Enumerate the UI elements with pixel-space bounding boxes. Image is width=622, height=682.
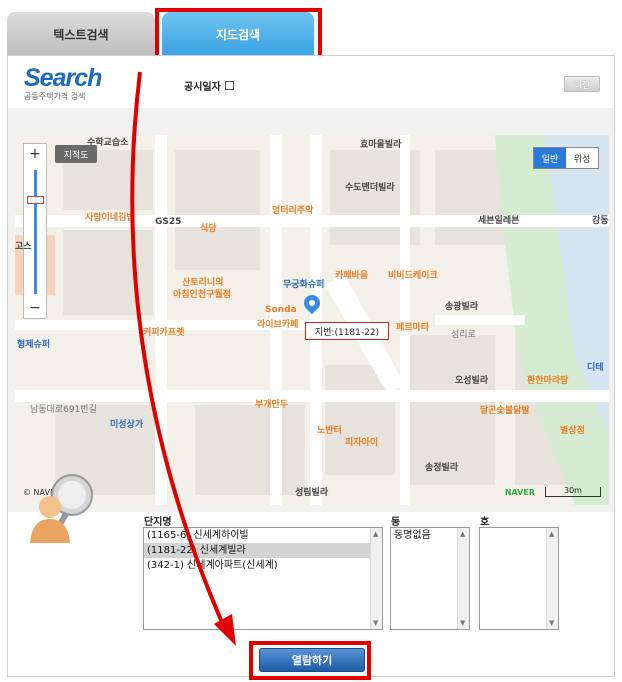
map-label: 송정빌라 — [425, 463, 459, 473]
ho-list[interactable]: ▲ ▼ — [479, 527, 559, 630]
danji-title: 단지명 — [144, 517, 172, 528]
map-label: 수도맨더빌라 — [345, 183, 395, 193]
map-label: 노반터 — [317, 426, 342, 436]
map-label: 무궁화슈퍼 — [283, 280, 325, 290]
map-label: 송광빌라 — [445, 302, 479, 312]
map-label: 식당 — [200, 224, 217, 234]
map-label: 엉터리주막 — [272, 206, 314, 216]
danji-list[interactable]: (1165-6) 신세계하이빌 (1181-22) 신세계빌라 (342-1) … — [143, 527, 383, 630]
scrollbar[interactable]: ▲ ▼ — [370, 528, 382, 629]
map-label: 커피카프렛 — [143, 328, 185, 338]
notice-date-label: 공시일자 — [184, 82, 221, 93]
map-label: 페르마타 — [396, 323, 430, 333]
map-label: 라이브카페 — [257, 320, 299, 330]
map-label: 수학교습소 — [87, 138, 129, 148]
logo-word: Search — [24, 64, 102, 92]
map-label: Sonda — [265, 305, 297, 315]
highlight-map-tab — [155, 8, 322, 62]
dong-list[interactable]: 동명없음 ▲ ▼ — [390, 527, 470, 630]
scrollbar[interactable]: ▲ ▼ — [457, 528, 469, 629]
map-label: 별상점 — [560, 426, 585, 436]
tab-text-search[interactable]: 텍스트검색 — [7, 12, 155, 56]
map-label: 사랑이네김밥 — [85, 213, 135, 223]
user-search-icon — [30, 474, 93, 543]
map-label: 성리로 — [451, 330, 476, 340]
map-label: 카페바움 — [335, 271, 369, 281]
map-label: 디테 — [587, 363, 604, 373]
map-label: 효마을빌라 — [360, 140, 402, 150]
map-view[interactable]: + − 지적도 일반 위성 수학교습소 효마을빌라 수도맨더빌라 세븐일레븐 사… — [15, 135, 609, 505]
prev-button[interactable]: 이전 — [564, 76, 600, 92]
map-label: 비비드케이크 — [388, 271, 438, 281]
zoom-in-button[interactable]: + — [24, 144, 46, 164]
dong-title: 동 — [391, 517, 401, 528]
search-logo: Search 공동주택가격 검색 — [24, 64, 102, 102]
zoom-control: + − — [23, 143, 47, 319]
map-label: 부개만두 — [255, 400, 289, 410]
map-label: 아침인천구월점 — [173, 290, 231, 300]
zoom-thumb[interactable] — [27, 196, 44, 204]
maptype-satellite[interactable]: 위성 — [566, 148, 598, 168]
map-label: 고스 — [15, 242, 32, 252]
map-label: 형제슈퍼 — [17, 340, 51, 350]
ho-title: 호 — [480, 517, 490, 528]
map-label: 미성상가 — [110, 420, 144, 430]
notice-date-checkbox[interactable] — [224, 81, 234, 90]
map-label: 피자아이 — [345, 438, 379, 448]
parcel-tag: 지번:(1181-22) — [305, 322, 389, 340]
maptype-toggle: 일반 위성 — [533, 147, 599, 169]
scrollbar[interactable]: ▲ ▼ — [546, 528, 558, 629]
highlight-open-button — [249, 641, 371, 680]
map-label: GS25 — [155, 217, 182, 227]
naver-logo: NAVER — [504, 488, 535, 497]
maptype-normal[interactable]: 일반 — [534, 148, 566, 168]
list-item[interactable]: (342-1) 신세계아파트(신세계) — [144, 558, 382, 573]
list-item[interactable]: (1165-6) 신세계하이빌 — [144, 528, 382, 543]
notice-date-toggle: 공시일자 — [184, 78, 234, 93]
map-label: 세븐일레븐 — [478, 216, 520, 226]
map-label: 오성빌라 — [455, 376, 489, 386]
map-label: 성림빌라 — [295, 488, 329, 498]
map-streets — [15, 135, 609, 505]
list-item[interactable]: (1181-22) 신세계빌라 — [144, 543, 382, 558]
map-label: 강동 — [592, 216, 609, 226]
scale-bar: 30m — [545, 487, 601, 497]
zoom-out-button[interactable]: − — [24, 298, 46, 318]
map-label: 남동대로691번길 — [30, 405, 97, 415]
map-label: 달곤숯불닭발 — [480, 406, 530, 416]
zoom-track[interactable] — [34, 170, 37, 294]
map-label: 환한마라탕 — [527, 376, 569, 386]
